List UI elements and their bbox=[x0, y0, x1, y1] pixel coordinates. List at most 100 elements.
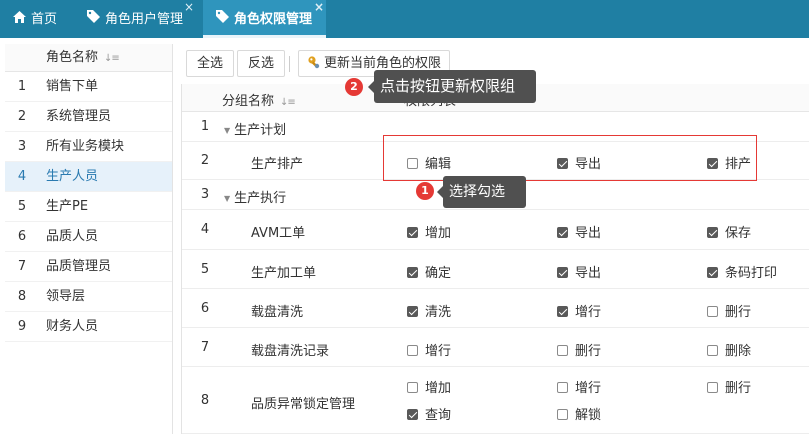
permission-checkbox-item[interactable]: 增行 bbox=[557, 301, 601, 320]
checkbox-checked[interactable] bbox=[557, 227, 568, 238]
permission-checkbox-item[interactable]: 删行 bbox=[707, 301, 751, 320]
close-icon[interactable]: × bbox=[314, 0, 324, 26]
permission-checkbox-item[interactable]: 编辑 bbox=[407, 153, 451, 172]
permission-checkbox-item[interactable]: 增行 bbox=[407, 340, 451, 359]
permission-checkbox-item[interactable]: 导出 bbox=[557, 153, 601, 172]
permission-checkbox-item[interactable]: 确定 bbox=[407, 262, 451, 281]
row-number: 6 bbox=[200, 301, 210, 316]
tag-icon bbox=[215, 0, 229, 38]
role-name: 所有业务模块 bbox=[46, 139, 125, 154]
permission-checkbox-item[interactable]: 删除 bbox=[707, 340, 751, 359]
permission-row[interactable]: 6 载盘清洗 清洗 增行 删行 bbox=[182, 289, 809, 328]
permission-checkbox-item[interactable]: 清洗 bbox=[407, 301, 451, 320]
row-number: 3 bbox=[200, 187, 210, 202]
checkbox-unchecked[interactable] bbox=[407, 382, 418, 393]
invert-selection-button[interactable]: 反选 bbox=[237, 50, 286, 77]
permission-checkbox-item[interactable]: 增行 bbox=[557, 377, 601, 396]
permission-label: 导出 bbox=[575, 157, 602, 172]
checkbox-unchecked[interactable] bbox=[707, 345, 718, 356]
tab-label: 首页 bbox=[31, 12, 58, 27]
checkbox-checked[interactable] bbox=[407, 306, 418, 317]
checkbox-unchecked[interactable] bbox=[407, 158, 418, 169]
role-row[interactable]: 1 销售下单 bbox=[5, 72, 172, 102]
tab-role-users[interactable]: 角色用户管理 × bbox=[86, 0, 194, 38]
checkbox-unchecked[interactable] bbox=[707, 306, 718, 317]
permission-label: 保存 bbox=[725, 226, 752, 241]
role-row[interactable]: 7 品质管理员 bbox=[5, 252, 172, 282]
role-row[interactable]: 9 财务人员 bbox=[5, 312, 172, 342]
permission-checkbox-item[interactable]: 删行 bbox=[707, 377, 751, 396]
permission-grid: 分组名称↓≡ 权限列表 1▼生产计划2生产排产编辑导出排产3▼生产执行4AVM工… bbox=[181, 84, 809, 434]
checkbox-checked[interactable] bbox=[707, 267, 718, 278]
step-badge-1: 1 bbox=[416, 182, 434, 200]
close-icon[interactable]: × bbox=[184, 0, 194, 26]
permission-checkbox-item[interactable]: 增加 bbox=[407, 222, 451, 241]
permission-row[interactable]: 7 载盘清洗记录 增行 删行 删除 bbox=[182, 328, 809, 367]
role-row[interactable]: 5 生产PE bbox=[5, 192, 172, 222]
sort-icon[interactable]: ↓≡ bbox=[280, 97, 296, 108]
sort-icon[interactable]: ↓≡ bbox=[104, 45, 120, 73]
permission-label: 删行 bbox=[575, 344, 602, 359]
checkbox-checked[interactable] bbox=[557, 158, 568, 169]
group-name-cell: ▼ 生产执行 bbox=[224, 187, 286, 206]
module-name: 生产排产 bbox=[251, 157, 304, 172]
row-number: 1 bbox=[200, 119, 210, 134]
checkbox-unchecked[interactable] bbox=[557, 382, 568, 393]
permission-checkbox-item[interactable]: 解锁 bbox=[557, 404, 601, 423]
checkbox-unchecked[interactable] bbox=[557, 345, 568, 356]
role-name: 品质管理员 bbox=[46, 259, 112, 274]
role-list-header: 角色名称 ↓≡ bbox=[5, 44, 172, 72]
tab-role-permissions[interactable]: 角色权限管理 × bbox=[203, 0, 326, 38]
permission-label: 增行 bbox=[575, 305, 602, 320]
role-row[interactable]: 2 系统管理员 bbox=[5, 102, 172, 132]
permission-label: 条码打印 bbox=[725, 266, 778, 281]
row-number: 4 bbox=[17, 169, 27, 184]
role-name: 品质人员 bbox=[46, 229, 99, 244]
checkbox-unchecked[interactable] bbox=[557, 409, 568, 420]
permission-checkbox-item[interactable]: 排产 bbox=[707, 153, 751, 172]
expand-triangle-icon[interactable]: ▼ bbox=[224, 194, 230, 203]
permission-row[interactable]: 5 生产加工单 确定 导出 条码打印 bbox=[182, 250, 809, 289]
permission-checkbox-item[interactable]: 导出 bbox=[557, 262, 601, 281]
permission-row[interactable]: 8 品质异常锁定管理 增加 增行 删行 查询 解锁 bbox=[182, 367, 809, 434]
checkbox-checked[interactable] bbox=[407, 227, 418, 238]
role-name: 生产PE bbox=[46, 199, 89, 214]
checkbox-unchecked[interactable] bbox=[707, 382, 718, 393]
permission-checkbox-item[interactable]: 查询 bbox=[407, 404, 451, 423]
role-name: 财务人员 bbox=[46, 319, 99, 334]
row-number: 3 bbox=[17, 139, 27, 154]
permission-checkbox-item[interactable]: 导出 bbox=[557, 222, 601, 241]
permission-label: 删行 bbox=[725, 381, 752, 396]
permission-label: 增加 bbox=[425, 381, 452, 396]
checkbox-checked[interactable] bbox=[407, 267, 418, 278]
tooltip-update-permissions: 点击按钮更新权限组 bbox=[368, 70, 536, 103]
expand-triangle-icon[interactable]: ▼ bbox=[224, 126, 230, 135]
column-header-group[interactable]: 分组名称 ↓≡ bbox=[222, 90, 296, 109]
permission-label: 排产 bbox=[725, 157, 752, 172]
role-row[interactable]: 4 生产人员 bbox=[5, 162, 172, 192]
group-row[interactable]: 1 ▼ 生产计划 bbox=[182, 112, 809, 142]
role-row[interactable]: 6 品质人员 bbox=[5, 222, 172, 252]
role-name: 销售下单 bbox=[46, 79, 99, 94]
permission-row[interactable]: 2 生产排产 编辑 导出 排产 bbox=[182, 142, 809, 180]
permission-row[interactable]: 4 AVM工单 增加 导出 保存 bbox=[182, 210, 809, 250]
tab-home[interactable]: 首页 bbox=[12, 0, 57, 38]
role-row[interactable]: 8 领导层 bbox=[5, 282, 172, 312]
permission-checkbox-item[interactable]: 保存 bbox=[707, 222, 751, 241]
checkbox-checked[interactable] bbox=[557, 306, 568, 317]
select-all-button[interactable]: 全选 bbox=[186, 50, 235, 77]
column-header-role-name[interactable]: 角色名称 ↓≡ bbox=[46, 44, 120, 73]
checkbox-checked[interactable] bbox=[707, 227, 718, 238]
role-name: 领导层 bbox=[46, 289, 86, 304]
key-icon bbox=[307, 53, 321, 69]
row-number: 7 bbox=[200, 340, 210, 355]
checkbox-checked[interactable] bbox=[707, 158, 718, 169]
role-row[interactable]: 3 所有业务模块 bbox=[5, 132, 172, 162]
permission-checkbox-item[interactable]: 删行 bbox=[557, 340, 601, 359]
checkbox-unchecked[interactable] bbox=[407, 345, 418, 356]
permission-checkbox-item[interactable]: 条码打印 bbox=[707, 262, 777, 281]
role-name: 生产人员 bbox=[46, 169, 99, 184]
permission-checkbox-item[interactable]: 增加 bbox=[407, 377, 451, 396]
checkbox-checked[interactable] bbox=[407, 409, 418, 420]
checkbox-checked[interactable] bbox=[557, 267, 568, 278]
